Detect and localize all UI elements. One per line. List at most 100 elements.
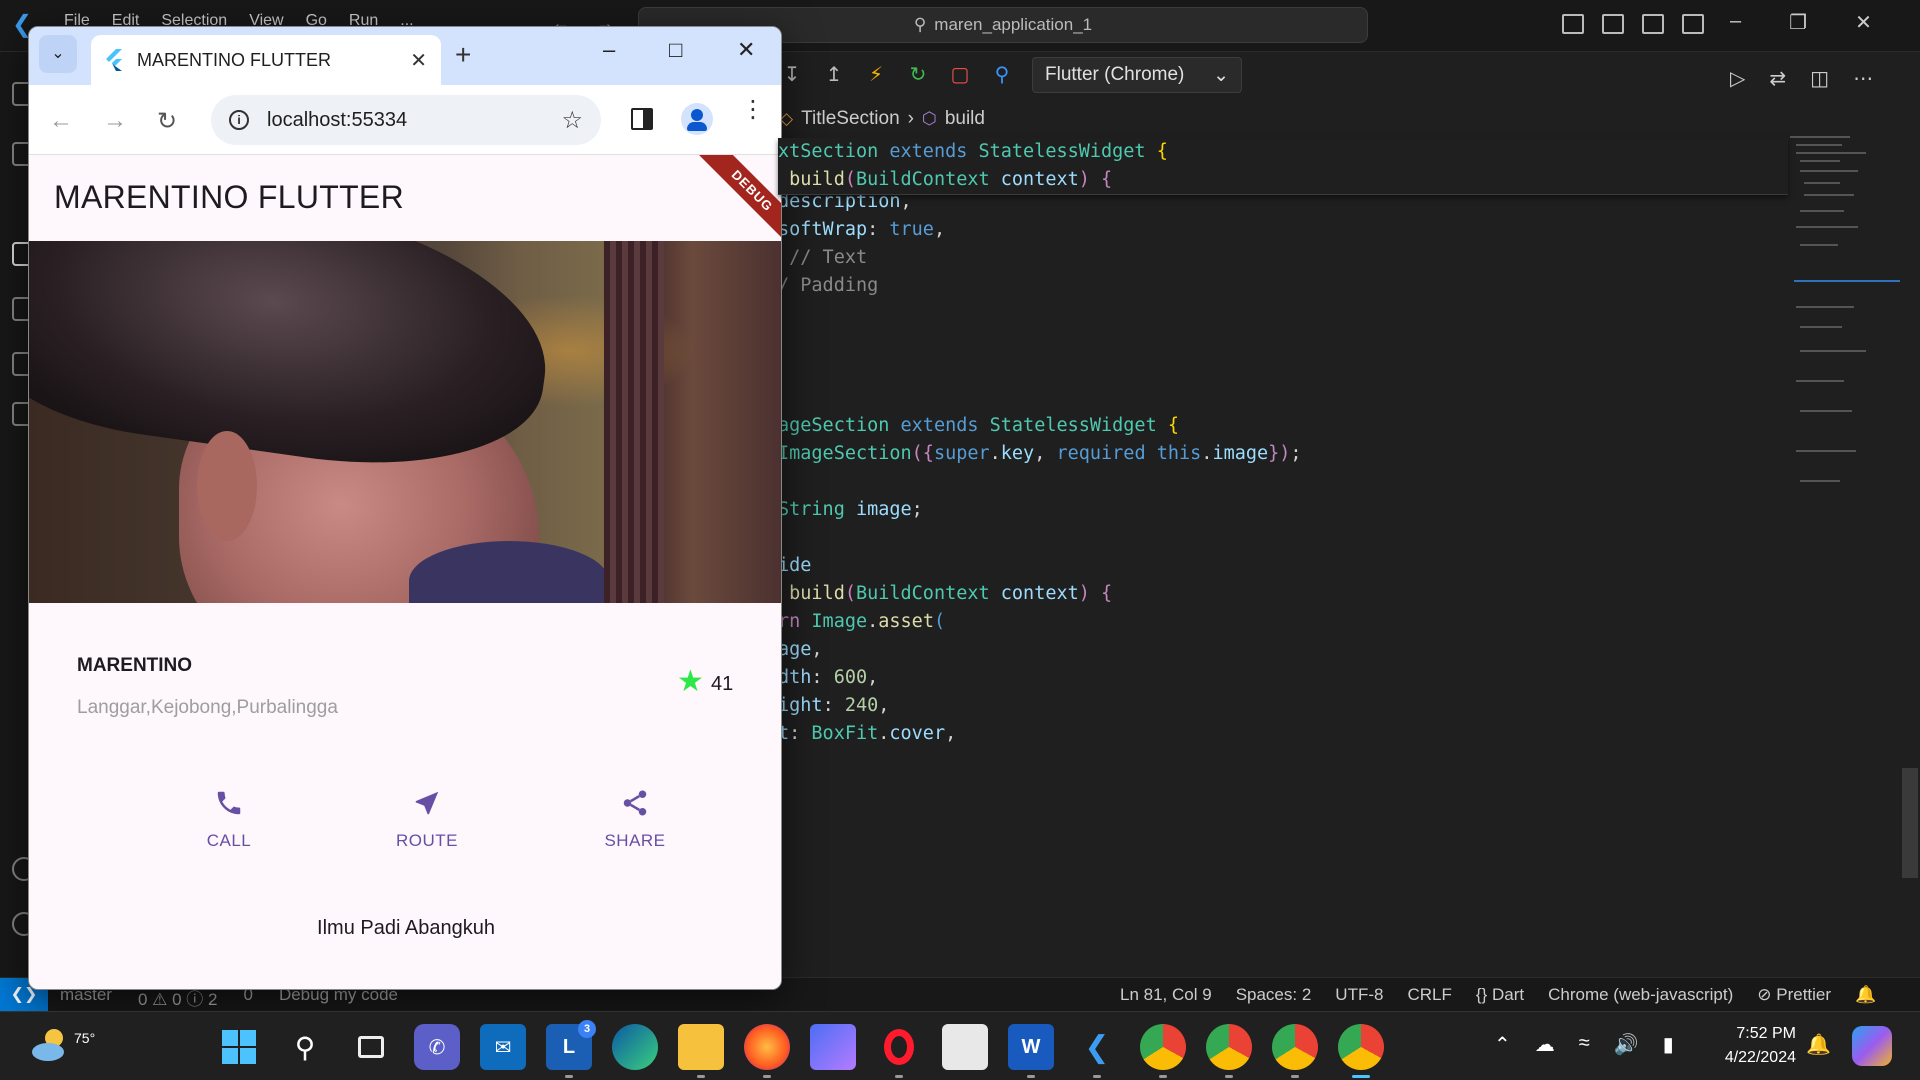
device-selector[interactable]: Flutter (Chrome) ⌄ [1032,57,1242,93]
clock[interactable]: 7:52 PM 4/22/2024 [1714,1022,1796,1070]
file-explorer-icon[interactable] [678,1024,724,1078]
side-panel-icon[interactable] [631,108,653,130]
customize-layout-icon[interactable] [1682,14,1704,34]
chevron-down-icon: ⌄ [1213,64,1229,86]
battery-icon[interactable]: ▮ [1663,1032,1674,1057]
chrome-taskbar-icon-active[interactable] [1338,1024,1384,1078]
toggle-secondary-sidebar-icon[interactable] [1642,14,1664,34]
profile-photo [29,241,781,603]
toggle-primary-sidebar-icon[interactable] [1562,14,1584,34]
share-button[interactable]: SHARE [565,783,705,851]
chrome-window: ⌄ MARENTINO FLUTTER ✕ + – □ ✕ ← → ↻ i lo… [28,26,782,990]
chrome-menu-icon[interactable]: ⋮ [741,98,765,122]
forward-arrow-icon[interactable]: → [103,107,127,135]
code-line: ight: 240, [778,695,890,716]
wifi-icon[interactable]: ≈ [1579,1032,1590,1057]
mail-badge: 3 [578,1020,596,1038]
status-eol[interactable]: CRLF [1407,985,1451,1005]
opera-icon[interactable] [876,1024,922,1078]
word-icon[interactable]: W [1008,1024,1054,1078]
chrome-minimize-icon[interactable]: – [603,37,615,63]
copilot-app-icon[interactable] [810,1024,856,1070]
stop-icon[interactable]: ▢ [948,63,972,87]
flutter-logo-icon [106,49,122,71]
devtools-icon[interactable]: ⚲ [990,63,1014,87]
status-formatter-label: Prettier [1776,985,1832,1004]
firefox-icon[interactable] [744,1024,790,1078]
new-tab-icon[interactable]: + [455,39,471,71]
call-label: CALL [206,831,252,850]
reload-icon[interactable]: ↻ [157,107,177,136]
copilot-icon[interactable] [1852,1026,1892,1066]
restart-icon[interactable]: ↻ [906,63,930,87]
system-tray: ⌃ ☁ ≈ 🔊 ▮ [1494,1032,1674,1057]
toggle-panel-icon[interactable] [1602,14,1624,34]
compare-changes-icon[interactable]: ⇄ [1769,66,1786,91]
start-button[interactable] [216,1024,262,1070]
browser-toolbar: ← → ↻ i localhost:55334 ☆ ⋮ [29,85,781,155]
mail-icon[interactable]: ✉ [480,1024,526,1070]
browser-tab[interactable]: MARENTINO FLUTTER ✕ [91,35,441,85]
chrome-taskbar-icon[interactable] [1140,1024,1186,1078]
split-editor-icon[interactable]: ◫ [1810,66,1829,91]
search-taskbar-icon[interactable]: ⚲ [282,1024,328,1070]
close-icon[interactable]: ✕ [1855,10,1872,35]
weather-widget[interactable]: 75° [28,1022,95,1068]
step-out-icon[interactable]: ↥ [822,63,846,87]
edge-icon[interactable] [612,1024,658,1070]
vscode-taskbar-icon[interactable]: ❮ [1074,1024,1120,1078]
run-dropdown-icon[interactable]: ▷ [1730,66,1745,91]
notification-bell-icon[interactable]: 🔔 [1806,1032,1831,1057]
weather-temp: 75° [74,1030,96,1046]
description-text: Ilmu Padi Abangkuh [317,917,495,939]
vscode-window-controls: – ❐ ✕ [1730,10,1872,35]
clock-date: 4/22/2024 [1724,1049,1796,1066]
show-hidden-icons-chevron-icon[interactable]: ⌃ [1494,1032,1511,1057]
minimize-icon[interactable]: – [1730,10,1741,35]
person-address: Langgar,Kejobong,Purbalingga [77,697,338,718]
onedrive-cloud-icon[interactable]: ☁ [1535,1032,1555,1057]
notifications-bell-icon[interactable]: 🔔 [1855,985,1876,1005]
call-button[interactable]: CALL [159,783,299,851]
phone-icon [217,791,241,815]
profile-app-icon[interactable] [942,1024,988,1070]
tab-search-chevron-icon[interactable]: ⌄ [39,35,77,73]
status-formatter[interactable]: ⊘ Prettier [1757,985,1831,1005]
status-position[interactable]: Ln 81, Col 9 [1120,985,1212,1005]
code-line: / Padding [778,275,879,296]
status-encoding[interactable]: UTF-8 [1335,985,1383,1005]
code-editor[interactable]: xtSection extends StatelessWidget { buil… [778,138,1788,778]
url-text: localhost:55334 [267,108,408,131]
minimap[interactable] [1790,130,1900,510]
editor-scrollbar[interactable] [1900,108,1920,978]
tab-close-icon[interactable]: ✕ [410,48,427,73]
profile-avatar-icon[interactable] [681,103,713,135]
chrome-taskbar-icon[interactable] [1206,1024,1252,1078]
status-language[interactable]: {} Dart [1476,985,1524,1005]
scrollbar-thumb[interactable] [1902,768,1918,878]
weather-cloud-icon [32,1029,64,1061]
bookmark-star-icon[interactable]: ☆ [561,106,583,135]
hot-reload-icon[interactable]: ⚡ [864,63,888,87]
address-bar[interactable]: i localhost:55334 ☆ [211,95,601,145]
breadcrumb-class[interactable]: TitleSection [801,108,900,130]
command-center-label: maren_application_1 [934,15,1093,34]
task-view-icon[interactable] [348,1024,394,1070]
status-spaces[interactable]: Spaces: 2 [1236,985,1312,1005]
more-actions-icon[interactable]: ⋯ [1853,66,1873,91]
status-runtime[interactable]: Chrome (web-javascript) [1548,985,1733,1005]
lark-app-icon[interactable]: L3 [546,1020,596,1078]
back-arrow-icon[interactable]: ← [49,107,73,135]
method-icon: ⬡ [921,109,937,128]
restore-icon[interactable]: ❐ [1789,10,1807,35]
breadcrumb-method[interactable]: build [945,108,985,130]
chrome-close-icon[interactable]: ✕ [737,37,755,63]
volume-icon[interactable]: 🔊 [1614,1032,1639,1057]
site-info-icon[interactable]: i [229,110,249,130]
route-button[interactable]: ROUTE [357,783,497,851]
teams-chat-icon[interactable]: ✆ [414,1024,460,1070]
step-into-icon[interactable]: ↧ [780,63,804,87]
chrome-taskbar-icon[interactable] [1272,1024,1318,1078]
chrome-maximize-icon[interactable]: □ [669,37,682,63]
star-icon: ★ [677,665,704,698]
